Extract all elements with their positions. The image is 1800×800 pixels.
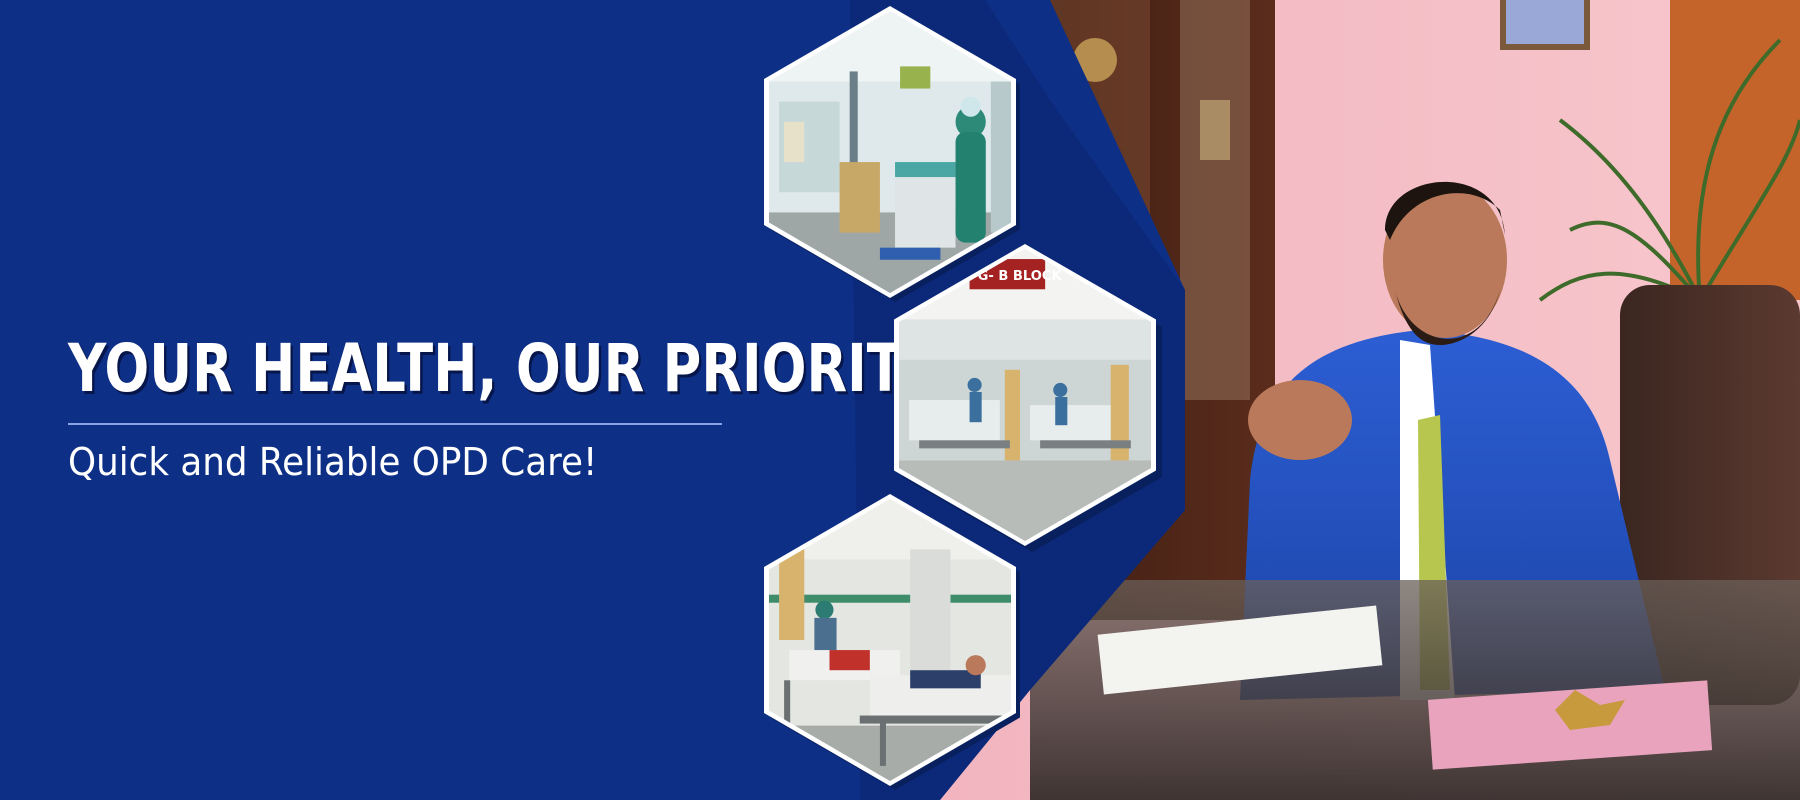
tagline: Quick and Reliable OPD Care! bbox=[68, 440, 598, 484]
headline-divider bbox=[68, 423, 722, 425]
headline: YOUR HEALTH, OUR PRIORITY bbox=[68, 330, 942, 407]
b-block-sign: G- B BLOCK bbox=[978, 269, 1063, 284]
